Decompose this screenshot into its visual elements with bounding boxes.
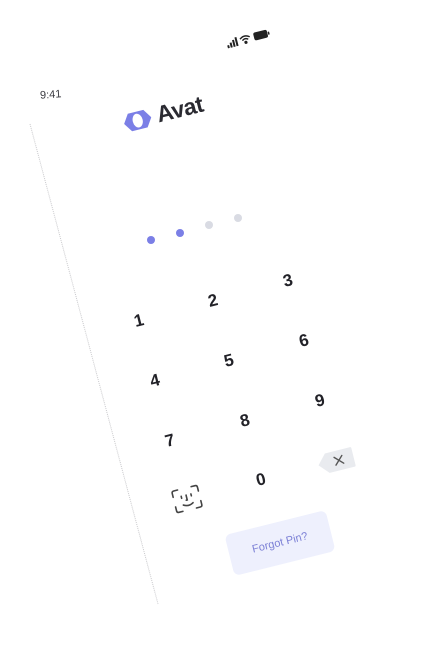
backspace-icon: [318, 447, 356, 473]
pin-dot: [234, 214, 242, 222]
status-time: 9:41: [39, 88, 62, 102]
delete-button[interactable]: [315, 446, 357, 477]
key-9[interactable]: 9: [306, 388, 334, 413]
key-7[interactable]: 7: [156, 428, 184, 453]
key-4[interactable]: 4: [141, 368, 169, 393]
key-1[interactable]: 1: [125, 308, 153, 333]
device-edge: [29, 123, 159, 605]
pin-dot: [147, 236, 155, 244]
key-6[interactable]: 6: [290, 328, 318, 353]
pin-dot: [176, 229, 184, 237]
key-3[interactable]: 3: [274, 268, 302, 293]
key-5[interactable]: 5: [215, 348, 243, 373]
key-8[interactable]: 8: [231, 408, 259, 433]
forgot-pin-button[interactable]: Forgot Pin?: [224, 510, 336, 576]
status-icons: [227, 29, 270, 49]
brand-logo: Avat: [121, 91, 206, 137]
key-0[interactable]: 0: [247, 467, 275, 492]
wifi-icon: [239, 35, 251, 44]
face-id-button[interactable]: [168, 482, 206, 517]
pin-dot: [205, 221, 213, 229]
signal-icon: [227, 37, 239, 49]
battery-icon: [253, 29, 270, 41]
key-2[interactable]: 2: [199, 288, 227, 313]
face-id-icon: [171, 484, 203, 514]
logo-mark-icon: [123, 109, 152, 131]
brand-name: Avat: [153, 90, 206, 128]
